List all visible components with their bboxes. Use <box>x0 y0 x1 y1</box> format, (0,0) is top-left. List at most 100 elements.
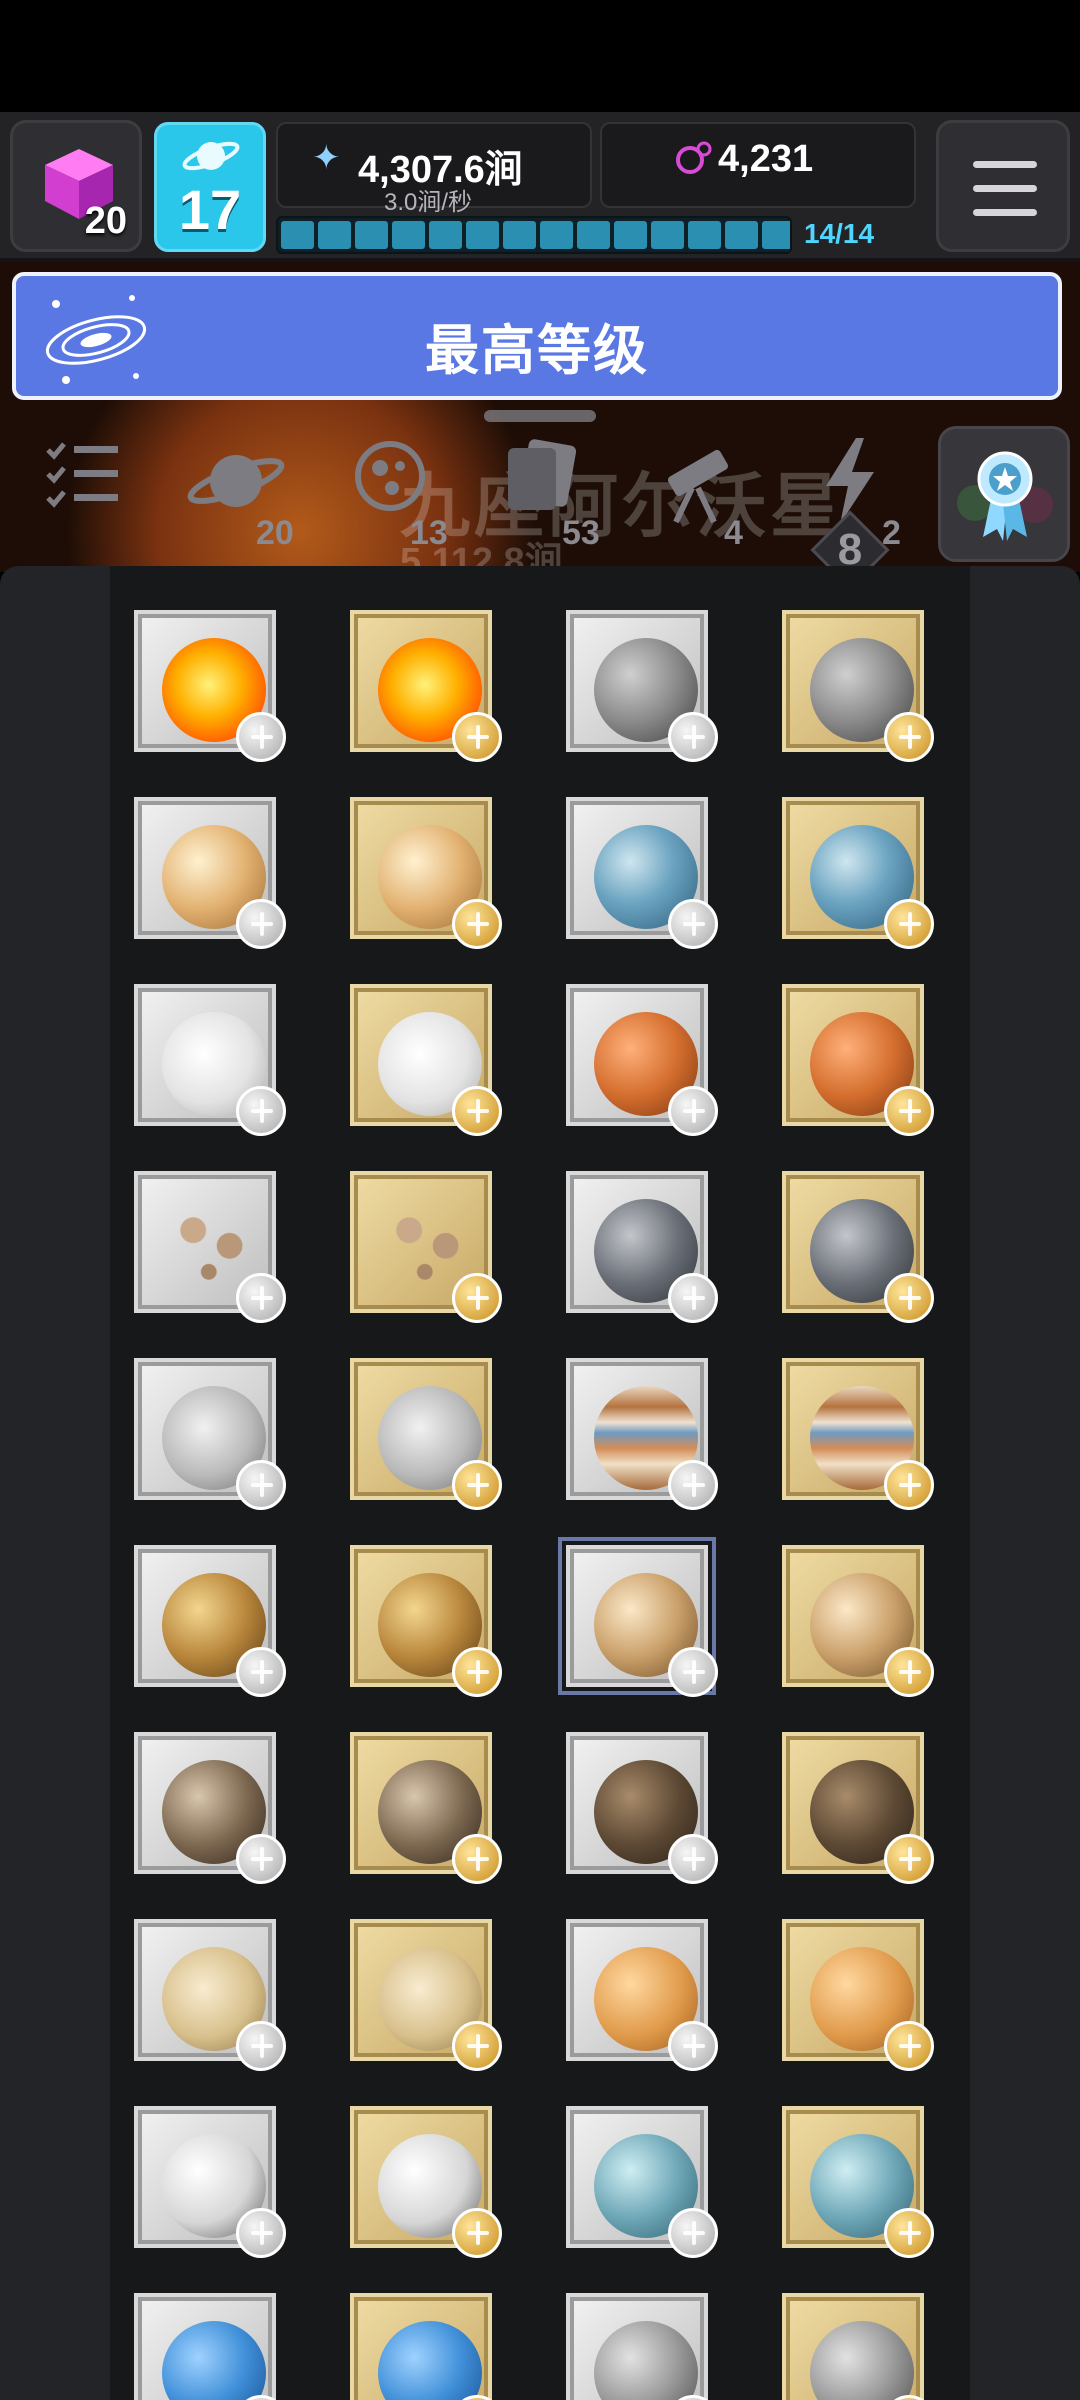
planet-card-sun-silver[interactable] <box>130 606 286 762</box>
planet-card-rock-silver[interactable] <box>130 1354 286 1510</box>
planet-card-ganymede-silver[interactable] <box>130 1728 286 1884</box>
planet-card-mars-gold[interactable] <box>778 980 934 1136</box>
card-frame <box>134 797 286 949</box>
card-frame <box>134 1919 286 2071</box>
planet-card-europa-silver[interactable] <box>558 1537 718 1697</box>
progress-segment <box>392 221 425 249</box>
card-frame <box>134 2106 286 2258</box>
planet-card-rock-gold[interactable] <box>346 1354 502 1510</box>
card-frame <box>350 797 502 949</box>
card-frame <box>566 1171 718 1323</box>
planet-card-orange-moon-silver[interactable] <box>562 1915 718 2071</box>
cube-button[interactable]: 20 <box>10 120 142 252</box>
stardust-rate: 3.0涧/秒 <box>384 189 473 216</box>
sparkle-icon: ✦ <box>312 139 341 177</box>
planet-card-neptune-gold[interactable] <box>346 2289 502 2400</box>
moon-craters-icon <box>355 441 425 511</box>
planet-card-grey-moon-silver[interactable] <box>562 2289 718 2400</box>
planet-card-callisto-silver[interactable] <box>562 1728 718 1884</box>
card-frame <box>350 1732 502 1884</box>
gold-tier-badge-icon <box>452 899 502 949</box>
tab-planets[interactable]: 20 <box>186 436 316 556</box>
planet-card-europa-gold[interactable] <box>778 1541 934 1697</box>
level-progress-fill <box>278 218 790 252</box>
tab-achievements[interactable] <box>938 426 1070 562</box>
card-frame <box>782 1358 934 1510</box>
menu-line <box>973 161 1037 168</box>
cards-count: 53 <box>562 514 600 552</box>
grey-moon-icon <box>594 2321 698 2400</box>
progress-segment <box>355 221 388 249</box>
level-button[interactable]: 17 <box>154 122 266 252</box>
planet-card-asteroids-gold[interactable] <box>346 1167 502 1323</box>
card-frame <box>782 610 934 762</box>
planet-card-jupiter-silver[interactable] <box>562 1354 718 1510</box>
planet-card-mercury-silver[interactable] <box>562 606 718 762</box>
planet-card-venus-silver[interactable] <box>130 793 286 949</box>
planet-card-grey-planet-gold[interactable] <box>778 1167 934 1323</box>
planet-card-jupiter-gold[interactable] <box>778 1354 934 1510</box>
planet-card-uranus-silver[interactable] <box>562 2102 718 2258</box>
planet-card-sun-gold[interactable] <box>346 606 502 762</box>
card-frame <box>350 2106 502 2258</box>
planet-card-mercury-gold[interactable] <box>778 606 934 762</box>
planet-card-io-silver[interactable] <box>130 1541 286 1697</box>
planet-card-white-moon-silver[interactable] <box>130 2102 286 2258</box>
cube-count: 20 <box>84 200 127 242</box>
award-ribbon-icon <box>957 451 1053 541</box>
silver-tier-badge-icon <box>236 1834 286 1884</box>
silver-tier-badge-icon <box>668 899 718 949</box>
card-frame <box>782 1545 934 1697</box>
card-frame <box>782 2293 934 2400</box>
planet-card-mars-silver[interactable] <box>562 980 718 1136</box>
planet-card-ganymede-gold[interactable] <box>346 1728 502 1884</box>
progress-segment <box>429 221 462 249</box>
planet-card-asteroids-silver[interactable] <box>130 1167 286 1323</box>
planet-card-venus-gold[interactable] <box>346 793 502 949</box>
planet-card-io-gold[interactable] <box>346 1541 502 1697</box>
card-frame <box>350 1545 502 1697</box>
gold-tier-badge-icon <box>452 2021 502 2071</box>
silver-tier-badge-icon <box>668 1273 718 1323</box>
planet-card-uranus-gold[interactable] <box>778 2102 934 2258</box>
telescope-icon <box>667 449 729 524</box>
gold-tier-badge-icon <box>884 1834 934 1884</box>
planet-card-moon-silver[interactable] <box>130 980 286 1136</box>
planet-card-saturn-silver[interactable] <box>130 1915 286 2071</box>
max-level-banner[interactable]: 最高等级 <box>12 272 1062 400</box>
gold-tier-badge-icon <box>884 2208 934 2258</box>
menu-line <box>973 185 1037 192</box>
card-frame <box>566 1919 718 2071</box>
silver-tier-badge-icon <box>236 1086 286 1136</box>
card-frame <box>782 2106 934 2258</box>
card-frame <box>134 610 286 762</box>
planet-card-saturn-gold[interactable] <box>346 1915 502 2071</box>
card-frame <box>350 1919 502 2071</box>
planet-card-white-moon-gold[interactable] <box>346 2102 502 2258</box>
card-frame <box>782 984 934 1136</box>
card-frame <box>350 610 502 762</box>
planet-icon <box>187 455 285 507</box>
card-frame <box>566 610 718 762</box>
gold-tier-badge-icon <box>452 1273 502 1323</box>
planet-card-neptune-silver[interactable] <box>130 2289 286 2400</box>
planet-card-grey-planet-silver[interactable] <box>562 1167 718 1323</box>
card-frame <box>134 1171 286 1323</box>
planet-card-callisto-gold[interactable] <box>778 1728 934 1884</box>
tab-moons[interactable]: 13 <box>350 436 480 556</box>
card-frame <box>566 2106 718 2258</box>
tab-tasks[interactable] <box>44 436 124 556</box>
tab-telescope[interactable]: 4 <box>652 436 782 556</box>
tab-cards[interactable]: 53 <box>500 436 630 556</box>
planet-card-moon-gold[interactable] <box>346 980 502 1136</box>
gold-tier-badge-icon <box>884 1460 934 1510</box>
menu-button[interactable] <box>936 120 1070 252</box>
progress-segment <box>725 221 758 249</box>
card-frame <box>134 1358 286 1510</box>
planet-card-earth-gold[interactable] <box>778 793 934 949</box>
planet-card-earth-silver[interactable] <box>562 793 718 949</box>
gold-tier-badge-icon <box>452 1834 502 1884</box>
molecule-icon <box>676 141 712 174</box>
planet-card-grey-moon-gold[interactable] <box>778 2289 934 2400</box>
planet-card-orange-moon-gold[interactable] <box>778 1915 934 2071</box>
